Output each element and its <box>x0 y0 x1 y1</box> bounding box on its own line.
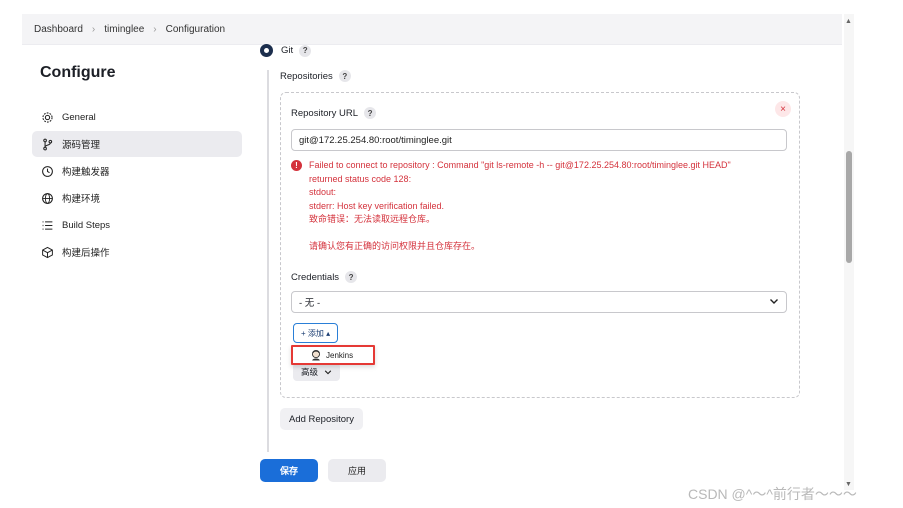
advanced-label: 高级 <box>301 367 319 377</box>
error-line: 致命错误：无法读取远程仓库。 <box>309 214 436 224</box>
add-credentials-menu-item-jenkins[interactable]: Jenkins <box>291 345 375 365</box>
gear-icon <box>40 110 54 124</box>
repositories-label: Repositories <box>280 70 333 82</box>
sidebar-item-build-steps[interactable]: Build Steps <box>32 212 242 238</box>
error-line: Failed to connect to repository : Comman… <box>309 160 731 170</box>
sidebar-item-post-build[interactable]: 构建后操作 <box>32 239 242 265</box>
clock-icon <box>40 164 54 178</box>
add-credentials-button[interactable]: + 添加 ▴ <box>293 323 339 343</box>
help-icon[interactable]: ? <box>299 44 312 57</box>
breadcrumb-dashboard[interactable]: Dashboard <box>34 24 83 35</box>
scrollbar-thumb[interactable] <box>846 151 852 263</box>
git-branch-icon <box>40 137 54 151</box>
error-line: stdout: <box>309 187 337 197</box>
repo-url-label-row: Repository URL ? <box>291 107 377 119</box>
error-line: 请确认您有正确的访问权限并且仓库存在。 <box>309 241 481 251</box>
git-option: Git ? <box>260 44 312 57</box>
jenkins-menu-label: Jenkins <box>326 350 354 360</box>
sidebar-item-build-triggers[interactable]: 构建触发器 <box>32 158 242 184</box>
chevron-down-icon <box>769 296 779 309</box>
sidebar: General 源码管理 构建触发器 构建环境 Build Steps 构建后操… <box>32 104 242 266</box>
sidebar-item-label: 构建环境 <box>62 194 101 205</box>
source-code-management-section: Git ? Repositories ? × Repository URL ? … <box>258 34 842 462</box>
sidebar-item-general[interactable]: General <box>32 104 242 130</box>
scroll-up-icon[interactable]: ▲ <box>845 18 852 25</box>
vertical-scrollbar[interactable]: ▲ ▼ <box>844 14 854 490</box>
section-divider <box>267 70 269 462</box>
credentials-select[interactable]: - 无 - <box>291 291 787 313</box>
help-icon[interactable]: ? <box>338 70 351 82</box>
chevron-down-icon <box>324 370 332 375</box>
error-icon: ! <box>291 160 302 171</box>
repo-url-input[interactable]: git@172.25.254.80:root/timinglee.git <box>291 129 787 151</box>
list-icon <box>40 218 54 232</box>
help-icon[interactable]: ? <box>364 107 377 119</box>
remove-repository-icon[interactable]: × <box>775 101 791 117</box>
sidebar-item-label: 源码管理 <box>62 140 101 151</box>
jenkins-icon <box>311 349 321 361</box>
package-icon <box>40 245 54 259</box>
globe-icon <box>40 191 54 205</box>
error-line: returned status code 128: <box>309 173 412 184</box>
git-radio[interactable] <box>260 44 273 57</box>
error-line <box>291 227 791 241</box>
credentials-label-row: Credentials ? <box>291 271 358 283</box>
breadcrumb-configuration[interactable]: Configuration <box>166 24 225 35</box>
sidebar-item-label: Build Steps <box>62 219 111 231</box>
apply-button[interactable]: 应用 <box>328 459 386 482</box>
repo-url-label: Repository URL <box>291 107 359 119</box>
repositories-label-row: Repositories ? <box>280 70 351 82</box>
sidebar-item-label: General <box>62 111 96 123</box>
sidebar-item-build-environment[interactable]: 构建环境 <box>32 185 242 211</box>
page-title: Configure <box>40 64 116 81</box>
sidebar-item-label: 构建后操作 <box>62 248 110 259</box>
breadcrumb-separator-icon: › <box>91 23 96 35</box>
advanced-button[interactable]: 高级 <box>293 363 341 381</box>
credentials-selected-value: - 无 - <box>299 298 321 309</box>
credentials-label: Credentials <box>291 271 340 283</box>
sidebar-item-source-code[interactable]: 源码管理 <box>32 131 242 157</box>
help-icon[interactable]: ? <box>345 271 358 283</box>
git-label: Git <box>281 45 294 56</box>
add-repository-button[interactable]: Add Repository <box>280 408 363 430</box>
breadcrumb-separator-icon: › <box>153 23 157 35</box>
jenkins-configure-window: Dashboard › timinglee › Configuration Co… <box>22 14 842 494</box>
sidebar-item-label: 构建触发器 <box>62 167 110 178</box>
save-button[interactable]: 保存 <box>260 459 318 482</box>
breadcrumb-job[interactable]: timinglee <box>104 24 144 35</box>
repo-error-message: ! Failed to connect to repository : Comm… <box>291 159 791 254</box>
error-line: stderr: Host key verification failed. <box>309 200 445 211</box>
repository-entry: × Repository URL ? git@172.25.254.80:roo… <box>280 92 800 398</box>
watermark: CSDN @^～^前行者～～～ <box>688 486 857 502</box>
